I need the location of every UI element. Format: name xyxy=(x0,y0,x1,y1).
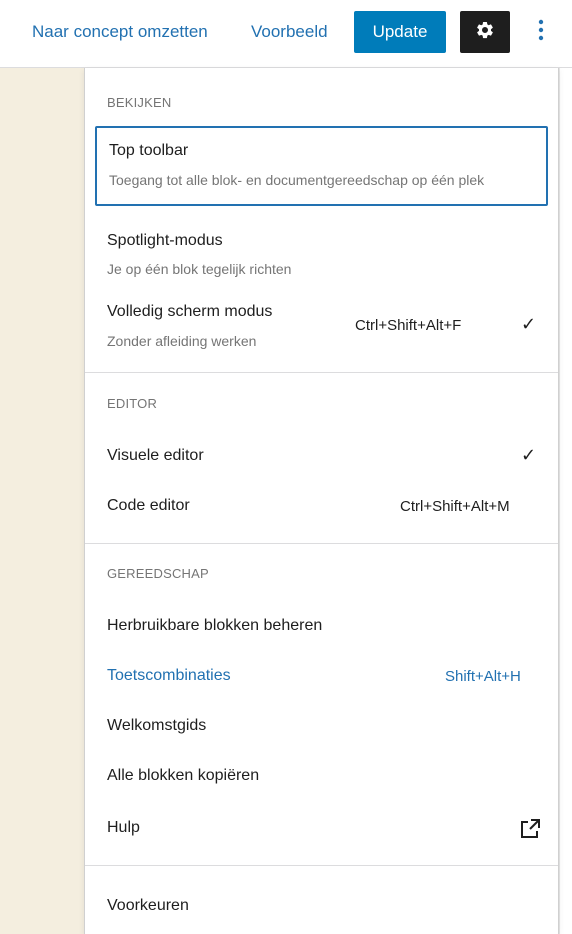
check-icon: ✓ xyxy=(521,314,537,334)
more-options-menu: BEKIJKEN Top toolbar Toegang tot alle bl… xyxy=(84,68,559,934)
menu-divider xyxy=(85,543,558,544)
external-link-icon xyxy=(518,817,542,846)
switch-to-draft-button[interactable]: Naar concept omzetten xyxy=(32,22,208,42)
sidebar-edge xyxy=(559,68,572,934)
menu-item-title: Toetscombinaties xyxy=(107,667,231,684)
menu-item-title: Visuele editor xyxy=(107,447,204,464)
menu-item-shortcut: Ctrl+Shift+Alt+F xyxy=(355,317,462,334)
menu-item-title: Alle blokken kopiëren xyxy=(107,767,260,784)
menu-item-title: Code editor xyxy=(107,497,190,514)
menu-item-copy-all-blocks[interactable]: Alle blokken kopiëren xyxy=(95,756,548,798)
menu-item-help[interactable]: Hulp xyxy=(95,808,548,850)
menu-item-title: Hulp xyxy=(107,819,140,836)
update-button[interactable]: Update xyxy=(354,11,446,53)
menu-item-manage-reusable-blocks[interactable]: Herbruikbare blokken beheren xyxy=(95,606,548,648)
gear-icon xyxy=(475,20,495,45)
menu-item-title: Top toolbar xyxy=(109,142,189,159)
editor-canvas xyxy=(0,68,84,934)
editor-header: Naar concept omzetten Voorbeeld Update xyxy=(0,0,572,68)
menu-item-title: Volledig scherm modus xyxy=(107,303,273,320)
menu-item-title: Herbruikbare blokken beheren xyxy=(107,617,323,634)
menu-item-description: Zonder afleiding werken xyxy=(107,333,257,349)
menu-item-shortcut: Shift+Alt+H xyxy=(445,668,521,685)
group-label-tools: GEREEDSCHAP xyxy=(107,566,209,581)
menu-item-description: Je op één blok tegelijk richten xyxy=(107,261,292,277)
menu-item-visual-editor[interactable]: Visuele editor ✓ xyxy=(95,436,548,478)
menu-item-preferences[interactable]: Voorkeuren xyxy=(95,886,548,928)
menu-divider xyxy=(85,865,558,866)
group-label-editor: EDITOR xyxy=(107,396,158,411)
menu-item-title: Welkomstgids xyxy=(107,717,207,734)
vertical-ellipsis-icon xyxy=(538,19,544,46)
menu-item-spotlight-mode[interactable]: Spotlight-modus Je op één blok tegelijk … xyxy=(95,226,548,284)
menu-item-shortcut: Ctrl+Shift+Alt+M xyxy=(400,498,510,515)
menu-item-description: Toegang tot alle blok- en documentgereed… xyxy=(109,172,485,188)
menu-divider xyxy=(85,372,558,373)
menu-item-fullscreen-mode[interactable]: Volledig scherm modus Zonder afleiding w… xyxy=(95,296,548,358)
more-options-button[interactable] xyxy=(526,11,556,53)
update-button-label: Update xyxy=(372,22,428,41)
menu-item-code-editor[interactable]: Code editor Ctrl+Shift+Alt+M xyxy=(95,486,548,528)
group-label-view: BEKIJKEN xyxy=(107,95,172,110)
menu-item-welcome-guide[interactable]: Welkomstgids xyxy=(95,706,548,748)
check-icon: ✓ xyxy=(521,445,537,465)
menu-item-top-toolbar[interactable]: Top toolbar Toegang tot alle blok- en do… xyxy=(95,126,548,206)
menu-item-title: Spotlight-modus xyxy=(107,232,223,249)
settings-button[interactable] xyxy=(460,11,510,53)
menu-item-title: Voorkeuren xyxy=(107,897,189,914)
preview-button[interactable]: Voorbeeld xyxy=(251,22,328,42)
menu-item-keyboard-shortcuts[interactable]: Toetscombinaties Shift+Alt+H xyxy=(95,656,548,698)
